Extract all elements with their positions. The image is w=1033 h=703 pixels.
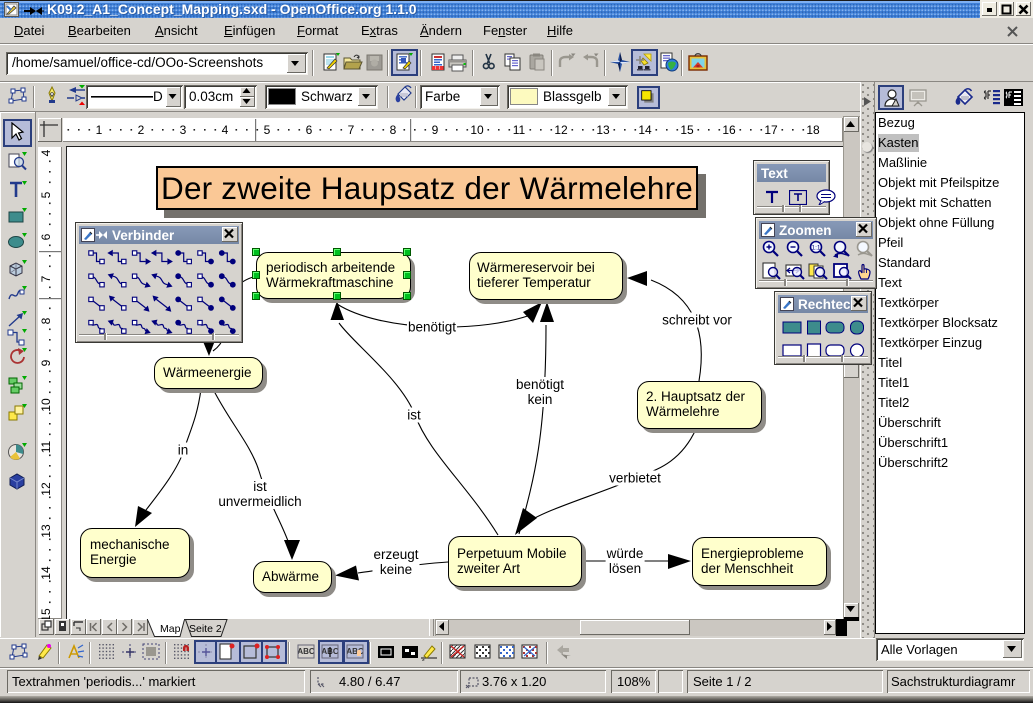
svg-text:12: 12 (554, 123, 568, 137)
svg-text:13: 13 (39, 524, 53, 538)
svg-text:12: 12 (39, 482, 53, 496)
svg-text:11: 11 (39, 440, 53, 453)
svg-text:7: 7 (348, 123, 355, 137)
svg-text:15: 15 (680, 123, 694, 137)
svg-text:17: 17 (764, 123, 778, 137)
svg-text:10: 10 (470, 123, 484, 137)
svg-text:15: 15 (39, 608, 53, 619)
svg-text:3: 3 (180, 123, 187, 137)
svg-text:8: 8 (390, 123, 397, 137)
svg-text:9: 9 (39, 359, 53, 366)
svg-text:13: 13 (596, 123, 610, 137)
svg-text:11: 11 (513, 123, 526, 137)
svg-text:ABC: ABC (346, 647, 364, 656)
svg-text:1: 1 (96, 123, 103, 137)
svg-text:4: 4 (39, 149, 53, 156)
svg-text:16: 16 (722, 123, 736, 137)
svg-text:7: 7 (39, 275, 53, 282)
svg-text:14: 14 (39, 566, 53, 580)
svg-text:5: 5 (264, 123, 271, 137)
svg-text:18: 18 (806, 123, 820, 137)
svg-text:14: 14 (638, 123, 652, 137)
svg-text:8: 8 (39, 317, 53, 324)
svg-text:9: 9 (432, 123, 439, 137)
svg-text:4: 4 (222, 123, 229, 137)
svg-text:10: 10 (39, 398, 53, 412)
svg-text:2: 2 (138, 123, 145, 137)
svg-text:6: 6 (39, 233, 53, 240)
svg-text:5: 5 (39, 191, 53, 198)
svg-text:6: 6 (306, 123, 313, 137)
svg-text:ABC: ABC (297, 647, 315, 656)
svg-text:1:1: 1:1 (811, 245, 820, 252)
